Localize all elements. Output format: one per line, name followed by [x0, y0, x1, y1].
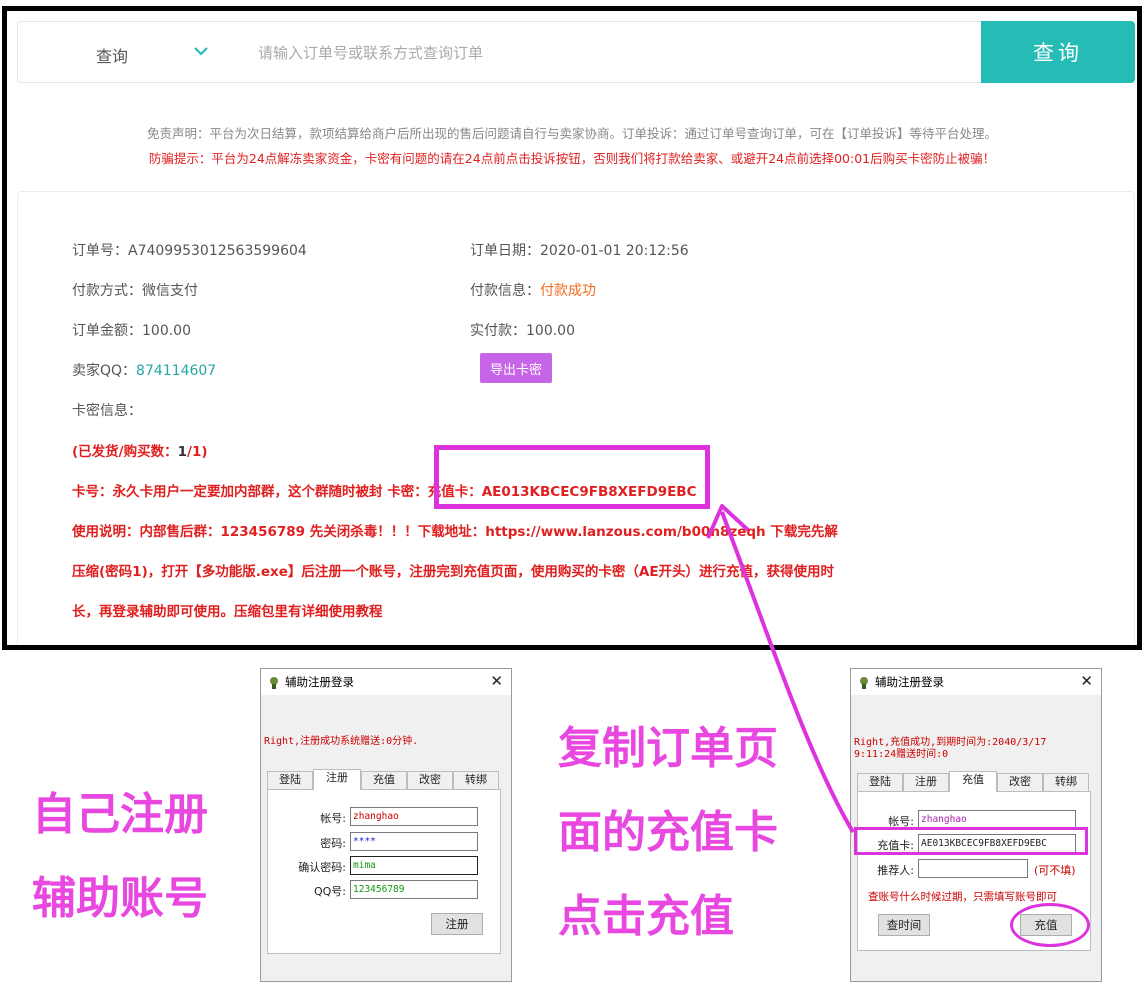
caption-copy-line3: 点击充值 — [558, 891, 734, 942]
confirm-password-label: 确认密码: — [298, 861, 346, 874]
chevron-down-icon[interactable] — [192, 42, 210, 60]
paid-label: 实付款： — [470, 323, 526, 339]
password-label: 密码: — [320, 837, 346, 850]
search-bar: 查询 查询 — [17, 21, 1135, 83]
qq-input[interactable]: 123456789 — [350, 880, 478, 899]
amount-label: 订单金额： — [72, 323, 142, 339]
account-input[interactable]: zhanghao — [350, 807, 478, 826]
search-button[interactable]: 查询 — [981, 21, 1135, 83]
pay-method-value: 微信支付 — [142, 283, 198, 299]
pay-info-row: 付款信息：付款成功 — [470, 280, 596, 300]
shipped-prefix: (已发货/购买数： — [72, 444, 178, 460]
close-icon[interactable]: ✕ — [1080, 672, 1093, 690]
tab-change-password[interactable]: 改密 — [407, 771, 453, 789]
status-message: Right,注册成功系统赠送:0分钟. — [264, 736, 419, 747]
tab-change-password[interactable]: 改密 — [997, 773, 1043, 791]
password-input[interactable]: **** — [350, 832, 478, 851]
tab-login[interactable]: 登陆 — [267, 771, 313, 789]
paid-row: 实付款：100.00 — [470, 320, 575, 340]
seller-qq-row: 卖家QQ：874114607 — [72, 360, 216, 380]
app-icon — [860, 677, 868, 689]
caption-register-line2: 辅助账号 — [32, 873, 208, 924]
dialog-title: 辅助注册登录 — [875, 675, 944, 689]
query-type-select[interactable]: 查询 — [96, 43, 128, 67]
order-number-label: 订单号： — [72, 243, 128, 259]
dialog-titlebar: 辅助注册登录 ✕ — [261, 669, 511, 695]
card-info-label: 卡密信息： — [72, 403, 142, 419]
caption-register-line1: 自己注册 — [32, 789, 208, 840]
confirm-password-input[interactable]: mima — [350, 856, 478, 875]
dialog-tabs: 登陆 注册 充值 改密 转绑 — [267, 769, 501, 790]
check-time-button[interactable]: 查时间 — [878, 914, 930, 936]
register-panel: 帐号: zhanghao 密码: **** 确认密码: mima QQ号: 12… — [267, 789, 501, 954]
caption-copy-line2: 面的充值卡 — [558, 807, 778, 858]
usage-line-3: 长，再登录辅助即可使用。压缩包里有详细使用教程 — [72, 604, 383, 620]
caption-copy-line1: 复制订单页 — [558, 723, 778, 774]
order-number-value: A7409953012563599604 — [128, 243, 307, 259]
tab-rebind[interactable]: 转绑 — [1043, 773, 1089, 791]
shipped-total: /1) — [187, 444, 208, 460]
expiry-hint: 查账号什么时候过期，只需填写账号即可 — [868, 891, 1057, 903]
status-message-line2: 9:11:24赠送时间:0 — [854, 749, 949, 760]
shipped-count: 1 — [177, 444, 188, 460]
card-code-highlight — [434, 445, 710, 509]
order-date-row: 订单日期：2020-01-01 20:12:56 — [470, 240, 689, 260]
close-icon[interactable]: ✕ — [490, 672, 503, 690]
referrer-label: 推荐人: — [877, 864, 914, 877]
dialog-title: 辅助注册登录 — [285, 675, 354, 689]
pay-method-row: 付款方式：微信支付 — [72, 280, 198, 300]
order-detail-card: 订单号：A7409953012563599604 订单日期：2020-01-01… — [17, 191, 1135, 645]
amount-row: 订单金额：100.00 — [72, 320, 191, 340]
fraud-warning-text: 防骗提示：平台为24点解冻卖家资金，卡密有问题的请在24点前点击投诉按钮，否则我… — [148, 151, 996, 166]
register-dialog: 辅助注册登录 ✕ Right,注册成功系统赠送:0分钟. 登陆 注册 充值 改密… — [260, 668, 512, 982]
tab-rebind[interactable]: 转绑 — [453, 771, 499, 789]
recharge-button-highlight — [1010, 903, 1090, 947]
paid-value: 100.00 — [526, 323, 575, 339]
amount-value: 100.00 — [142, 323, 191, 339]
referrer-input[interactable] — [918, 859, 1028, 878]
dialog-tabs: 登陆 注册 充值 改密 转绑 — [857, 771, 1091, 792]
search-input[interactable] — [258, 37, 958, 69]
qq-label: QQ号: — [313, 885, 346, 898]
status-message-line1: Right,充值成功,到期时间为:2040/3/17 — [854, 737, 1047, 748]
pay-info-value: 付款成功 — [540, 283, 596, 299]
pay-method-label: 付款方式： — [72, 283, 142, 299]
app-icon — [270, 677, 278, 689]
order-page-screenshot: 查询 查询 免责声明：平台为次日结算，款项结算给商户后所出现的售后问题请自行与卖… — [2, 6, 1142, 650]
dialog-titlebar: 辅助注册登录 ✕ — [851, 669, 1101, 695]
disclaimer-text: 免责声明：平台为次日结算，款项结算给商户后所出现的售后问题请自行与卖家协商。订单… — [146, 126, 997, 141]
tab-register[interactable]: 注册 — [313, 769, 361, 790]
export-card-button[interactable]: 导出卡密 — [480, 353, 552, 383]
usage-line-1: 使用说明：内部售后群：123456789 先关闭杀毒！！！下载地址：https:… — [72, 524, 838, 540]
order-number-row: 订单号：A7409953012563599604 — [72, 240, 307, 260]
card-input-highlight — [854, 827, 1088, 855]
tab-recharge[interactable]: 充值 — [361, 771, 407, 789]
seller-qq-link[interactable]: 874114607 — [136, 363, 216, 379]
seller-qq-label: 卖家QQ： — [72, 363, 137, 379]
account-label: 帐号: — [320, 812, 346, 825]
tab-register[interactable]: 注册 — [903, 773, 949, 791]
tab-login[interactable]: 登陆 — [857, 773, 903, 791]
usage-line-2: 压缩(密码1)，打开【多功能版.exe】后注册一个账号，注册完到充值页面，使用购… — [72, 564, 835, 580]
referrer-hint: (可不填) — [1034, 864, 1076, 877]
pay-info-label: 付款信息： — [470, 283, 540, 299]
shipped-count-line: (已发货/购买数：1/1) — [72, 440, 208, 460]
order-date-value: 2020-01-01 20:12:56 — [540, 243, 689, 259]
register-button[interactable]: 注册 — [431, 913, 483, 935]
order-date-label: 订单日期： — [470, 243, 540, 259]
tab-recharge[interactable]: 充值 — [949, 771, 997, 792]
